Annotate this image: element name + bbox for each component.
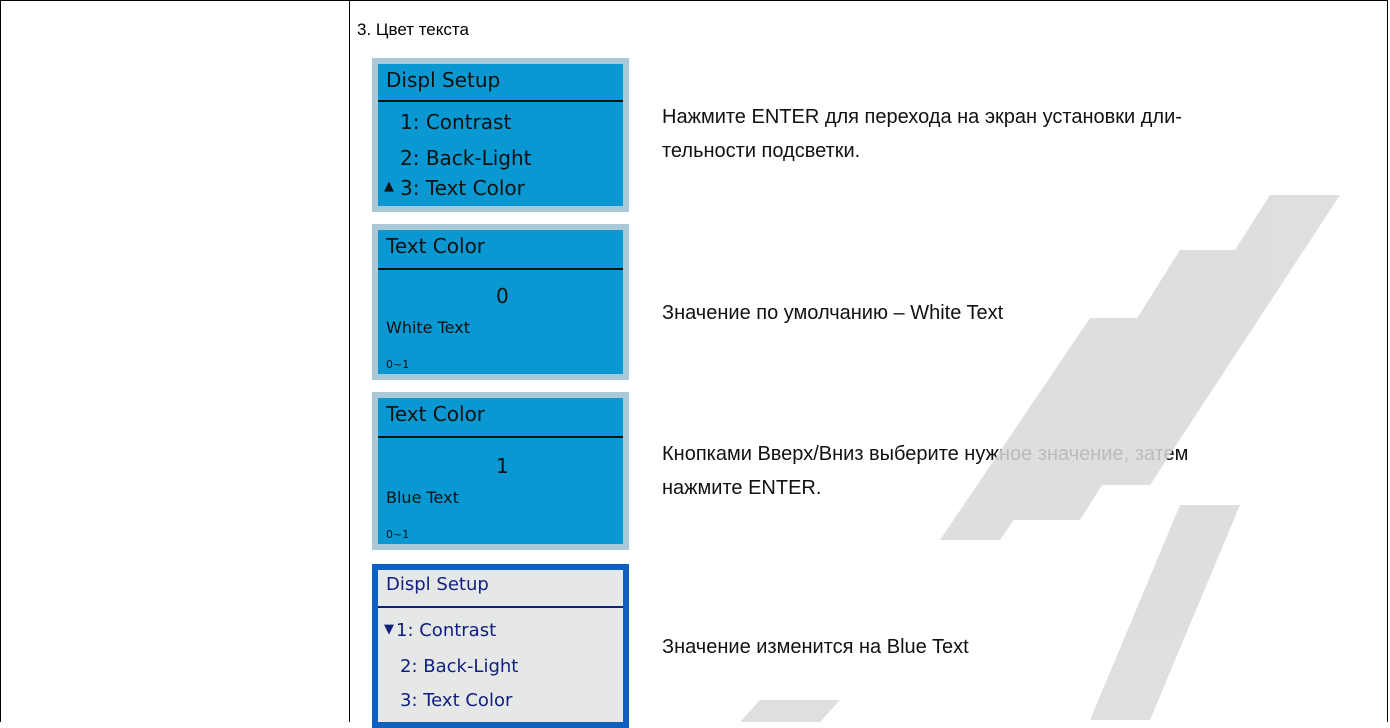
lcd-divider	[378, 436, 623, 438]
lcd-screen-text-color-blue: Text Color 1 Blue Text 0~1	[372, 392, 629, 550]
text-color-name: Blue Text	[386, 488, 459, 507]
lcd-title: Text Color	[386, 234, 486, 258]
lcd-title: Text Color	[386, 402, 486, 426]
description-4: Значение изменится на Blue Text	[662, 636, 969, 658]
menu-item-text-color: 3: Text Color	[400, 690, 513, 711]
menu-item-contrast: 1: Contrast	[396, 620, 497, 641]
text-color-name: White Text	[386, 318, 470, 337]
lcd-divider	[378, 268, 623, 270]
text-color-value: 0	[496, 284, 509, 308]
value-range: 0~1	[386, 358, 410, 371]
menu-item-text-color: 3: Text Color	[400, 176, 525, 200]
cursor-down-icon: ▼	[384, 622, 394, 637]
lcd-divider	[378, 100, 623, 102]
menu-item-back-light: 2: Back-Light	[400, 146, 532, 170]
menu-item-contrast: 1: Contrast	[400, 110, 512, 134]
table-column-divider	[349, 0, 350, 722]
description-3: Кнопками Вверх/Вниз выберите нужное знач…	[662, 443, 1189, 499]
lcd-screen-displ-setup: Displ Setup 1: Contrast 2: Back-Light ▲ …	[372, 58, 629, 212]
lcd-title: Displ Setup	[386, 574, 489, 595]
description-1: Нажмите ENTER для перехода на экран уста…	[662, 106, 1182, 162]
lcd-screen-text-color-white: Text Color 0 White Text 0~1	[372, 224, 629, 380]
text-color-value: 1	[496, 454, 509, 478]
section-title: 3. Цвет текста	[357, 20, 469, 39]
cursor-up-icon: ▲	[384, 179, 394, 194]
lcd-divider	[378, 606, 623, 608]
value-range: 0~1	[386, 528, 410, 541]
menu-item-back-light: 2: Back-Light	[400, 656, 519, 677]
description-2: Значение по умолчанию – White Text	[662, 302, 1004, 324]
lcd-screen-displ-setup-blue-text: Displ Setup ▼ 1: Contrast 2: Back-Light …	[372, 564, 629, 728]
lcd-title: Displ Setup	[386, 68, 501, 92]
